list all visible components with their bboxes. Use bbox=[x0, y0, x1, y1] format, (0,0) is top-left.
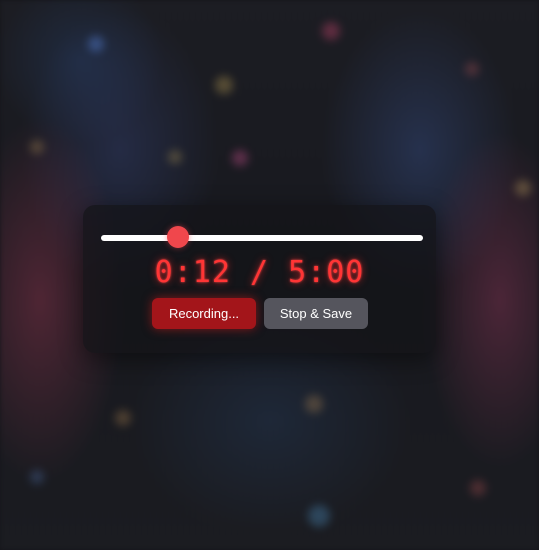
bokeh-light bbox=[308, 505, 330, 527]
bokeh-light bbox=[470, 480, 486, 496]
bokeh-light bbox=[465, 62, 479, 76]
total-time: 5:00 bbox=[288, 255, 365, 290]
bokeh-light bbox=[88, 36, 104, 52]
bokeh-light bbox=[322, 22, 340, 40]
bokeh-light bbox=[232, 150, 248, 166]
bokeh-light bbox=[115, 410, 131, 426]
stop-save-button[interactable]: Stop & Save bbox=[264, 298, 368, 329]
recording-button[interactable]: Recording... bbox=[152, 298, 256, 329]
bokeh-light bbox=[168, 150, 182, 164]
time-display: 0:12 / 5:00 bbox=[83, 255, 436, 290]
progress-thumb[interactable] bbox=[167, 226, 190, 248]
bokeh-light bbox=[515, 180, 531, 196]
progress-track[interactable] bbox=[101, 235, 423, 241]
bokeh-light bbox=[30, 140, 44, 154]
elapsed-time: 0:12 bbox=[154, 255, 231, 290]
bokeh-light bbox=[305, 395, 323, 413]
time-separator: / bbox=[249, 255, 270, 290]
bokeh-light bbox=[30, 470, 44, 484]
bokeh-light bbox=[215, 76, 233, 94]
recorder-panel: 0:12 / 5:00 Recording... Stop & Save bbox=[83, 205, 436, 353]
